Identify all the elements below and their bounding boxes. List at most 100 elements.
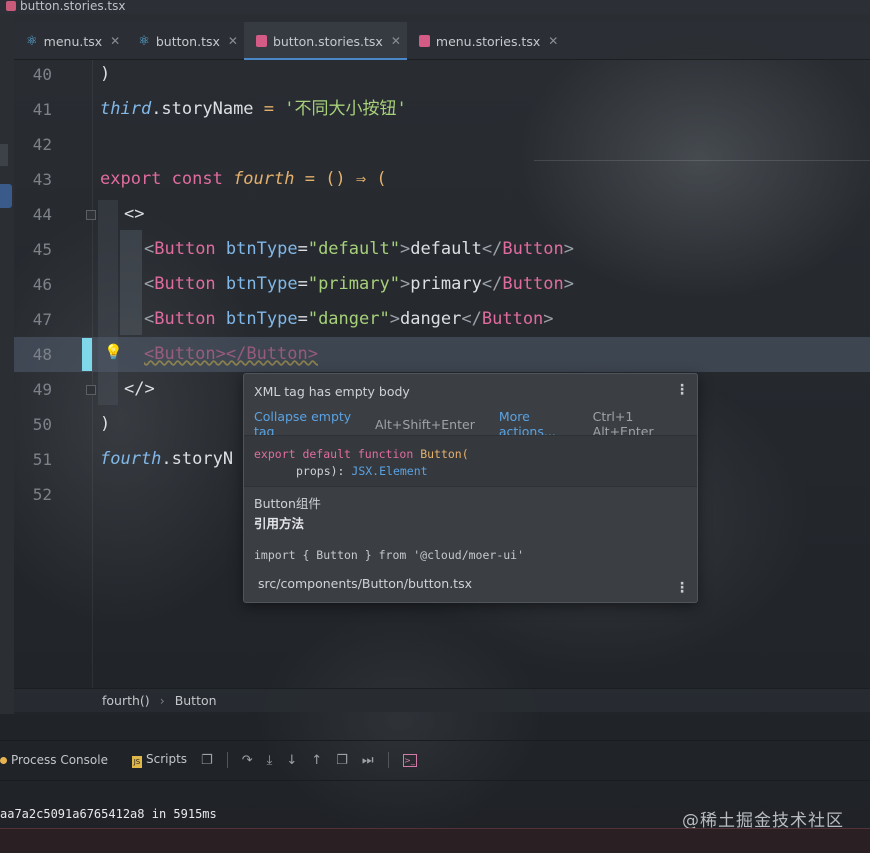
doc-import-example: import { Button } from '@cloud/moer-ui' bbox=[254, 548, 525, 562]
breadcrumb-item[interactable]: Button bbox=[175, 693, 217, 708]
step-out-icon[interactable]: ↑ bbox=[311, 753, 322, 768]
tab-button-tsx[interactable]: ⚛ button.tsx ✕ bbox=[126, 22, 244, 60]
bracket: > bbox=[389, 309, 400, 329]
code-text: third.storyName = '不同大小按钮' bbox=[100, 92, 407, 127]
more-options-icon[interactable]: ⋮ bbox=[675, 382, 689, 398]
tab-button-stories-tsx[interactable]: button.stories.tsx ✕ bbox=[243, 22, 407, 60]
tab-label: button.stories.tsx bbox=[272, 33, 383, 49]
code-text: ) bbox=[100, 414, 111, 434]
line-number: 49 bbox=[32, 380, 52, 399]
attr-value: "default" bbox=[307, 239, 400, 259]
bracket: </ bbox=[461, 309, 482, 329]
close-icon[interactable]: ✕ bbox=[110, 34, 120, 48]
panel-divider bbox=[0, 740, 870, 741]
code-line[interactable]: 44 <> bbox=[14, 197, 870, 232]
line-number: 41 bbox=[32, 100, 52, 119]
shortcut-hint: Alt+Shift+Enter bbox=[375, 416, 475, 432]
tag-text: primary bbox=[410, 274, 482, 294]
restore-icon[interactable]: ❐ bbox=[201, 753, 213, 768]
line-number: 46 bbox=[32, 275, 52, 294]
tag-name: Button bbox=[502, 274, 564, 294]
force-step-into-icon[interactable]: ↓ bbox=[286, 753, 297, 768]
identifier: third bbox=[100, 99, 152, 119]
function-name: fourth bbox=[233, 169, 295, 189]
bracket: </ bbox=[481, 239, 503, 259]
property: .storyN bbox=[161, 449, 234, 469]
line-number: 40 bbox=[32, 65, 52, 84]
code-line[interactable]: 45 <Button btnType="default">default</Bu… bbox=[14, 232, 870, 267]
active-tool-marker[interactable] bbox=[0, 184, 12, 208]
attribute: btnType bbox=[225, 239, 298, 259]
code-line[interactable]: 41 third.storyName = '不同大小按钮' bbox=[14, 92, 870, 127]
doc-line: Button组件 bbox=[254, 496, 321, 511]
code-text: fourth.storyN bbox=[100, 442, 233, 477]
toolbar-separator bbox=[226, 752, 228, 768]
operator: = bbox=[253, 99, 285, 119]
lightbulb-icon[interactable]: 💡 bbox=[104, 343, 123, 361]
code-text: <Button btnType="primary">primary</Butto… bbox=[144, 267, 574, 302]
string: '不同大小按钮' bbox=[284, 99, 407, 119]
popup-title: XML tag has empty body bbox=[254, 384, 410, 399]
tab-label: button.tsx bbox=[155, 33, 220, 49]
more-options-icon[interactable]: ⋮ bbox=[675, 580, 689, 596]
bracket: > bbox=[543, 309, 554, 329]
close-icon[interactable]: ✕ bbox=[228, 34, 238, 48]
attribute: btnType bbox=[225, 309, 298, 329]
code-line[interactable]: 46 <Button btnType="primary">primary</Bu… bbox=[14, 267, 870, 302]
tab-label: menu.tsx bbox=[43, 33, 103, 49]
react-icon: ⚛ bbox=[26, 33, 38, 49]
doc-source-path[interactable]: src/components/Button/button.tsx bbox=[258, 576, 472, 591]
editor-tabs: ⚛ menu.tsx ✕ ⚛ button.tsx ✕ button.stori… bbox=[14, 22, 870, 60]
signature-block: export default function Button( props): … bbox=[244, 435, 697, 487]
keyword: export default function bbox=[254, 447, 414, 461]
inspection-popup: XML tag has empty body ⋮ Collapse empty … bbox=[243, 373, 698, 603]
attr-value: "primary" bbox=[307, 274, 400, 294]
code-line[interactable]: 40 ) bbox=[14, 57, 870, 92]
code-text: <Button btnType="danger">danger</Button> bbox=[144, 302, 554, 337]
resume-icon[interactable]: ⏭ bbox=[362, 753, 374, 768]
line-number: 45 bbox=[32, 240, 52, 259]
code-line[interactable]: 42 bbox=[14, 127, 870, 162]
type-link[interactable]: JSX bbox=[351, 464, 372, 478]
bracket: > bbox=[563, 274, 575, 294]
bracket: </ bbox=[481, 274, 503, 294]
tag-name: Button bbox=[154, 239, 216, 259]
top-breadcrumb-file[interactable]: button.stories.tsx bbox=[20, 0, 125, 13]
code-line-current[interactable]: 48 <Button></Button> bbox=[14, 337, 870, 372]
frames-icon[interactable]: ❐ bbox=[336, 753, 348, 768]
code-line[interactable]: 43 export const fourth = () ⇒ ( bbox=[14, 162, 870, 197]
tab-menu-stories-tsx[interactable]: menu.stories.tsx ✕ bbox=[407, 22, 564, 60]
close-icon[interactable]: ✕ bbox=[391, 34, 401, 48]
close-icon[interactable]: ✕ bbox=[548, 34, 558, 48]
tool-window-marker[interactable] bbox=[0, 144, 8, 166]
operator: = () ⇒ ( bbox=[294, 169, 387, 189]
panel-divider bbox=[0, 780, 870, 781]
step-into-icon[interactable]: ⤓ bbox=[267, 753, 273, 768]
process-console-tab[interactable]: Process Console bbox=[0, 753, 108, 767]
breadcrumb: fourth() › Button bbox=[14, 688, 870, 712]
type-link[interactable]: .Element bbox=[372, 464, 427, 478]
tab-label: menu.stories.tsx bbox=[435, 33, 541, 49]
breadcrumb-item[interactable]: fourth() bbox=[102, 693, 150, 708]
property: .storyName bbox=[151, 99, 254, 119]
bracket: > bbox=[399, 274, 411, 294]
react-icon: ⚛ bbox=[138, 33, 150, 49]
keyword: export const bbox=[100, 169, 234, 189]
run-toolbar: Process Console JS Scripts ❐ ↷ ⤓ ↓ ↑ ❐ ⏭ … bbox=[0, 746, 870, 774]
left-tool-strip bbox=[0, 14, 14, 714]
console-icon[interactable]: >_ bbox=[402, 753, 417, 767]
scripts-tab[interactable]: JS Scripts bbox=[131, 752, 187, 768]
code-text: ) bbox=[100, 64, 111, 84]
bracket: < bbox=[144, 239, 155, 259]
storybook-file-icon bbox=[6, 1, 16, 11]
storybook-icon bbox=[255, 35, 267, 47]
chevron-right-icon: › bbox=[159, 693, 165, 708]
code-line[interactable]: 47 <Button btnType="danger">danger</Butt… bbox=[14, 302, 870, 337]
js-icon: JS bbox=[131, 756, 142, 768]
tag-name: Button bbox=[154, 309, 216, 329]
tab-menu-tsx[interactable]: ⚛ menu.tsx ✕ bbox=[14, 22, 126, 60]
line-number: 52 bbox=[32, 485, 52, 504]
step-over-icon[interactable]: ↷ bbox=[242, 753, 253, 768]
line-number: 42 bbox=[32, 135, 52, 154]
bracket: > bbox=[399, 239, 411, 259]
